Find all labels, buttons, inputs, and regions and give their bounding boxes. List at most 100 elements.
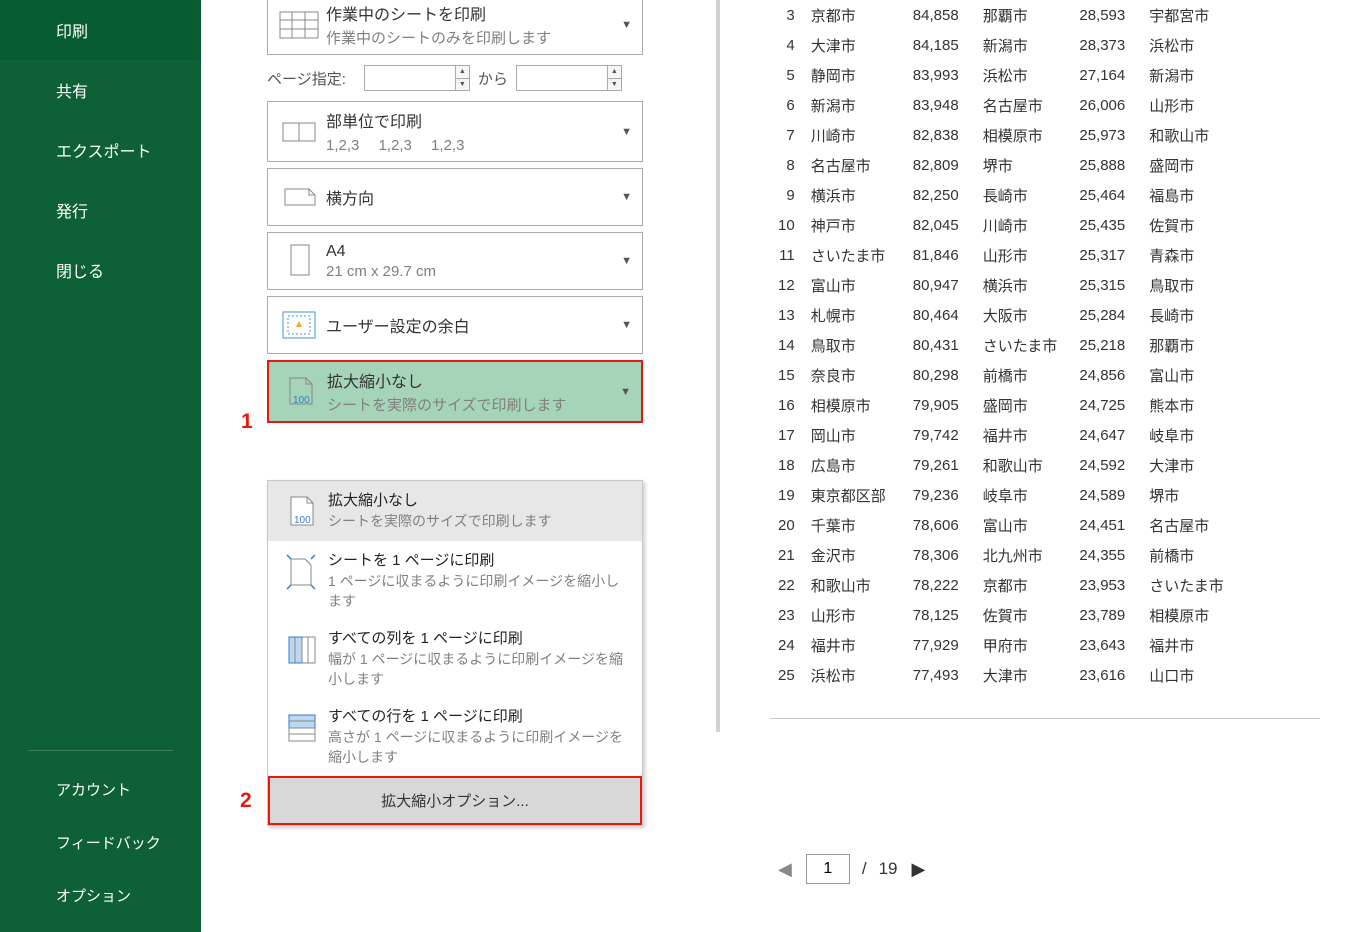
scaling-options-button[interactable]: 拡大縮小オプション...	[268, 776, 642, 825]
scaling-menu-item-3[interactable]: すべての行を 1 ページに印刷高さが 1 ページに収まるように印刷イメージを縮小…	[268, 697, 642, 775]
value-cell: 78,222	[899, 570, 967, 600]
value-cell: 77,493	[899, 660, 967, 690]
sidebar-item-0[interactable]: 印刷	[0, 0, 201, 60]
collate-dropdown[interactable]: 部単位で印刷 1,2,3 1,2,3 1,2,3 ▼	[267, 101, 643, 162]
table-row: 13札幌市80,464大阪市25,284長崎市	[770, 300, 1232, 330]
city-cell: 名古屋市	[1133, 510, 1232, 540]
spinner-up-icon[interactable]: ▲	[607, 66, 621, 79]
city-cell: 相模原市	[803, 390, 899, 420]
spinner-down-icon[interactable]: ▼	[455, 79, 469, 91]
paper-size-dropdown[interactable]: A4 21 cm x 29.7 cm ▼	[267, 232, 643, 290]
value-cell: 24,589	[1065, 480, 1133, 510]
orientation-dropdown[interactable]: 横方向 ▼	[267, 168, 643, 226]
city-cell: 堺市	[1133, 480, 1232, 510]
total-pages: 19	[879, 859, 898, 879]
sidebar-divider	[28, 750, 173, 751]
city-cell: 前橋市	[967, 360, 1066, 390]
city-cell: 堺市	[967, 150, 1066, 180]
scaling-menu-item-0[interactable]: 100拡大縮小なしシートを実際のサイズで印刷します	[268, 481, 642, 541]
scaling-dropdown[interactable]: 100 拡大縮小なし シートを実際のサイズで印刷します ▼	[267, 360, 643, 423]
row-number: 20	[770, 510, 803, 540]
page-from-input[interactable]: ▲▼	[364, 65, 470, 91]
city-cell: 千葉市	[803, 510, 899, 540]
value-cell: 78,606	[899, 510, 967, 540]
city-cell: 相模原市	[967, 120, 1066, 150]
collate-title: 部単位で印刷	[326, 108, 632, 132]
row-number: 17	[770, 420, 803, 450]
collate-sub: 1,2,3 1,2,3 1,2,3	[326, 134, 632, 155]
page-to-input[interactable]: ▲▼	[516, 65, 622, 91]
sidebar-item-4[interactable]: 閉じる	[0, 240, 201, 300]
city-cell: さいたま市	[803, 240, 899, 270]
city-cell: 前橋市	[1133, 540, 1232, 570]
sidebar-bottom-item-0[interactable]: アカウント	[0, 763, 201, 816]
city-cell: さいたま市	[967, 330, 1066, 360]
city-cell: 福井市	[967, 420, 1066, 450]
city-cell: 福島市	[1133, 180, 1232, 210]
orientation-title: 横方向	[326, 185, 632, 209]
table-row: 23山形市78,125佐賀市23,789相模原市	[770, 600, 1232, 630]
scaling-menu-item-2[interactable]: すべての列を 1 ページに印刷幅が 1 ページに収まるように印刷イメージを縮小し…	[268, 619, 642, 697]
row-number: 18	[770, 450, 803, 480]
spinner-up-icon[interactable]: ▲	[455, 66, 469, 79]
scale-100-icon: 100	[277, 372, 323, 412]
city-cell: 新潟市	[803, 90, 899, 120]
print-what-title: 作業中のシートを印刷	[326, 1, 632, 25]
city-cell: 鳥取市	[803, 330, 899, 360]
sidebar-item-3[interactable]: 発行	[0, 180, 201, 240]
sidebar-bottom-item-1[interactable]: フィードバック	[0, 816, 201, 869]
city-cell: 熊本市	[1133, 390, 1232, 420]
scaling-dropdown-menu: 100拡大縮小なしシートを実際のサイズで印刷しますシートを 1 ページに印刷1 …	[267, 480, 643, 826]
margins-title: ユーザー設定の余白	[326, 313, 632, 337]
print-what-dropdown[interactable]: 作業中のシートを印刷 作業中のシートのみを印刷します ▼	[267, 0, 643, 55]
city-cell: 大津市	[967, 660, 1066, 690]
city-cell: 盛岡市	[1133, 150, 1232, 180]
sidebar-item-1[interactable]: 共有	[0, 60, 201, 120]
scaling-option-icon	[278, 549, 324, 593]
page-navigation: ◀ / 19 ▶	[770, 854, 933, 884]
menu-item-title: シートを 1 ページに印刷	[328, 549, 632, 570]
margins-dropdown[interactable]: ユーザー設定の余白 ▼	[267, 296, 643, 354]
spinner-down-icon[interactable]: ▼	[607, 79, 621, 91]
paper-title: A4	[326, 243, 632, 261]
city-cell: 川崎市	[967, 210, 1066, 240]
table-row: 19東京都区部79,236岐阜市24,589堺市	[770, 480, 1232, 510]
value-cell: 24,355	[1065, 540, 1133, 570]
chevron-down-icon: ▼	[621, 319, 632, 331]
city-cell: 名古屋市	[967, 90, 1066, 120]
current-page-input[interactable]	[806, 854, 850, 884]
table-row: 10神戸市82,045川崎市25,435佐賀市	[770, 210, 1232, 240]
row-number: 12	[770, 270, 803, 300]
value-cell: 25,317	[1065, 240, 1133, 270]
value-cell: 81,846	[899, 240, 967, 270]
city-cell: 京都市	[803, 0, 899, 30]
value-cell: 79,905	[899, 390, 967, 420]
value-cell: 24,451	[1065, 510, 1133, 540]
scaling-menu-item-1[interactable]: シートを 1 ページに印刷1 ページに収まるように印刷イメージを縮小します	[268, 541, 642, 619]
value-cell: 80,431	[899, 330, 967, 360]
table-row: 15奈良市80,298前橋市24,856富山市	[770, 360, 1232, 390]
table-row: 22和歌山市78,222京都市23,953さいたま市	[770, 570, 1232, 600]
chevron-down-icon: ▼	[621, 126, 632, 138]
city-cell: 宇都宮市	[1133, 0, 1232, 30]
scaling-title: 拡大縮小なし	[327, 368, 631, 392]
chevron-down-icon: ▼	[620, 386, 631, 398]
worksheet-grid-icon	[276, 5, 322, 45]
svg-text:100: 100	[293, 395, 310, 406]
page-from-label: から	[478, 68, 508, 89]
city-cell: 大阪市	[967, 300, 1066, 330]
table-row: 5静岡市83,993浜松市27,164新潟市	[770, 60, 1232, 90]
value-cell: 80,464	[899, 300, 967, 330]
next-page-button[interactable]: ▶	[904, 855, 934, 884]
city-cell: 鳥取市	[1133, 270, 1232, 300]
value-cell: 27,164	[1065, 60, 1133, 90]
scaling-option-icon	[278, 705, 324, 749]
backstage-sidebar: 印刷共有エクスポート発行閉じる アカウントフィードバックオプション	[0, 0, 201, 932]
table-row: 25浜松市77,493大津市23,616山口市	[770, 660, 1232, 690]
city-cell: 盛岡市	[967, 390, 1066, 420]
sidebar-bottom-item-2[interactable]: オプション	[0, 869, 201, 922]
sidebar-item-2[interactable]: エクスポート	[0, 120, 201, 180]
prev-page-button[interactable]: ◀	[770, 855, 800, 884]
value-cell: 79,236	[899, 480, 967, 510]
callout-one: 1	[241, 410, 253, 434]
